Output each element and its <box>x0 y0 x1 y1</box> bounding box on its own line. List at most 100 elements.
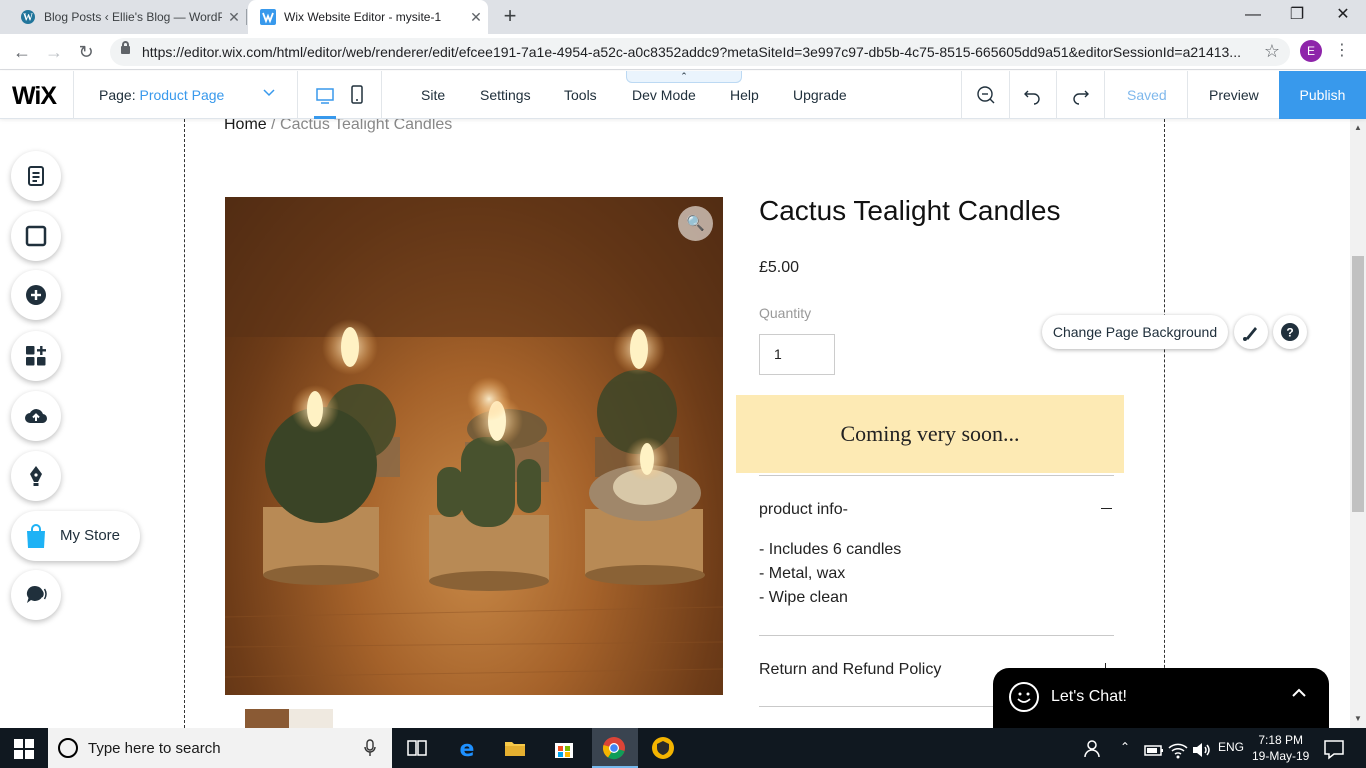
scroll-up-icon[interactable]: ▲ <box>1350 123 1366 132</box>
zoom-out-icon[interactable] <box>974 83 998 107</box>
pages-icon <box>28 166 44 186</box>
add-button[interactable] <box>11 270 61 320</box>
chat-label: Let's Chat! <box>1051 688 1127 705</box>
store-icon[interactable] <box>552 736 576 760</box>
media-upload-button[interactable] <box>11 391 61 441</box>
menu-settings[interactable]: Settings <box>480 87 531 103</box>
search-placeholder: Type here to search <box>88 740 221 757</box>
maximize-icon[interactable]: ❐ <box>1274 0 1320 30</box>
info-line: - Includes 6 candles <box>759 541 902 558</box>
back-icon[interactable]: ← <box>10 40 34 64</box>
page-selector[interactable]: Page: Product Page <box>99 87 224 103</box>
saved-status: Saved <box>1127 87 1167 103</box>
task-view-icon[interactable] <box>405 736 429 760</box>
language-indicator[interactable]: ENG <box>1218 740 1244 754</box>
chat-settings-button[interactable] <box>11 570 61 620</box>
background-button[interactable] <box>11 211 61 261</box>
refund-policy-title[interactable]: Return and Refund Policy <box>759 661 941 679</box>
coming-soon-banner[interactable]: Coming very soon... <box>736 395 1124 473</box>
divider <box>1104 71 1105 119</box>
divider <box>297 71 298 119</box>
forward-icon[interactable]: → <box>42 40 66 64</box>
clock-date: 19-May-19 <box>1252 749 1310 763</box>
pen-nib-icon <box>30 466 42 486</box>
tab-title: Wix Website Editor - mysite-1 <box>284 10 442 24</box>
people-icon[interactable] <box>1082 737 1106 761</box>
cortana-icon <box>58 738 78 758</box>
gridline-right <box>1164 119 1165 728</box>
product-image[interactable] <box>225 197 723 695</box>
new-tab-icon[interactable]: + <box>498 5 522 29</box>
editor-canvas[interactable]: Home / Cactus Tealight Candles 🔍 Cactus … <box>0 119 1350 728</box>
vpn-shield-icon[interactable] <box>651 736 675 760</box>
undo-icon[interactable] <box>1021 83 1045 107</box>
chevron-up-icon[interactable] <box>1291 685 1307 706</box>
publish-button[interactable]: Publish <box>1279 71 1366 119</box>
battery-icon[interactable] <box>1142 738 1166 762</box>
chrome-icon[interactable] <box>602 736 626 760</box>
my-store-button[interactable]: My Store <box>11 511 140 561</box>
wix-editor-topbar: WiX Page: Product Page ⌃ Site Settings T… <box>0 71 1366 119</box>
blog-button[interactable] <box>11 451 61 501</box>
browser-tab-strip: W Blog Posts ‹ Ellie's Blog — WordPress … <box>0 0 1366 34</box>
file-explorer-icon[interactable] <box>503 736 527 760</box>
svg-text:?: ? <box>1286 326 1293 340</box>
chevron-down-icon[interactable] <box>262 85 276 102</box>
menu-help[interactable]: Help <box>730 87 759 103</box>
desktop-view-icon[interactable] <box>314 85 336 119</box>
redo-icon[interactable] <box>1068 83 1092 107</box>
my-store-label: My Store <box>60 527 121 544</box>
add-apps-button[interactable] <box>11 331 61 381</box>
help-icon[interactable]: ? <box>1273 315 1307 349</box>
zoom-icon[interactable]: 🔍 <box>678 206 713 241</box>
scroll-down-icon[interactable]: ▼ <box>1350 714 1366 723</box>
reload-icon[interactable]: ↻ <box>74 40 98 64</box>
minimize-icon[interactable]: — <box>1230 0 1276 30</box>
url-text: https://editor.wix.com/html/editor/web/r… <box>142 44 1241 60</box>
mobile-view-icon[interactable] <box>350 85 364 105</box>
breadcrumb: Home / Cactus Tealight Candles <box>224 119 452 134</box>
page-label: Page: <box>99 87 136 103</box>
divider <box>1056 71 1057 119</box>
windows-start-icon[interactable] <box>14 739 34 759</box>
product-title: Cactus Tealight Candles <box>759 195 1061 226</box>
product-thumbnail[interactable] <box>245 709 333 728</box>
microphone-icon[interactable] <box>364 739 376 760</box>
scrollbar-thumb[interactable] <box>1352 256 1364 512</box>
breadcrumb-home[interactable]: Home <box>224 119 267 133</box>
browser-menu-icon[interactable]: ⋮ <box>1334 42 1350 62</box>
collapse-topbar-handle[interactable]: ⌃ <box>626 71 742 83</box>
address-bar[interactable]: https://editor.wix.com/html/editor/web/r… <box>110 38 1290 66</box>
close-tab-icon[interactable]: ✕ <box>464 9 488 26</box>
notifications-icon[interactable] <box>1322 737 1346 761</box>
quantity-input[interactable]: 1 <box>759 334 835 375</box>
show-hidden-icons-icon[interactable]: ⌃ <box>1120 740 1130 754</box>
tab-wordpress[interactable]: W Blog Posts ‹ Ellie's Blog — WordPress … <box>8 0 246 34</box>
menu-dev-mode[interactable]: Dev Mode <box>632 87 696 103</box>
preview-button[interactable]: Preview <box>1209 87 1259 103</box>
bookmark-star-icon[interactable]: ☆ <box>1264 41 1280 62</box>
design-brush-icon[interactable] <box>1234 315 1268 349</box>
volume-icon[interactable] <box>1190 738 1214 762</box>
close-window-icon[interactable]: ✕ <box>1320 0 1366 30</box>
breadcrumb-current: Cactus Tealight Candles <box>280 119 453 133</box>
vertical-scrollbar[interactable]: ▲ ▼ <box>1350 119 1366 728</box>
taskbar-search[interactable]: Type here to search <box>48 728 392 768</box>
collapse-icon[interactable] <box>1101 508 1112 509</box>
edge-icon[interactable]: e <box>455 736 479 760</box>
profile-avatar[interactable]: E <box>1300 40 1322 62</box>
wix-logo[interactable]: WiX <box>12 82 57 111</box>
info-line: - Wipe clean <box>759 589 848 606</box>
taskbar-clock[interactable]: 7:18 PM 19-May-19 <box>1252 732 1309 764</box>
wifi-icon[interactable] <box>1166 738 1190 762</box>
tab-wix-editor[interactable]: Wix Website Editor - mysite-1 ✕ <box>248 0 488 34</box>
product-info-title[interactable]: product info- <box>759 501 848 519</box>
menu-tools[interactable]: Tools <box>564 87 597 103</box>
close-tab-icon[interactable]: ✕ <box>222 9 246 26</box>
menu-site[interactable]: Site <box>421 87 445 103</box>
chat-widget[interactable]: Let's Chat! <box>993 668 1329 728</box>
wix-icon <box>260 9 276 25</box>
pages-menu-button[interactable] <box>11 151 61 201</box>
menu-upgrade[interactable]: Upgrade <box>793 87 847 103</box>
change-page-background-button[interactable]: Change Page Background <box>1042 315 1228 349</box>
